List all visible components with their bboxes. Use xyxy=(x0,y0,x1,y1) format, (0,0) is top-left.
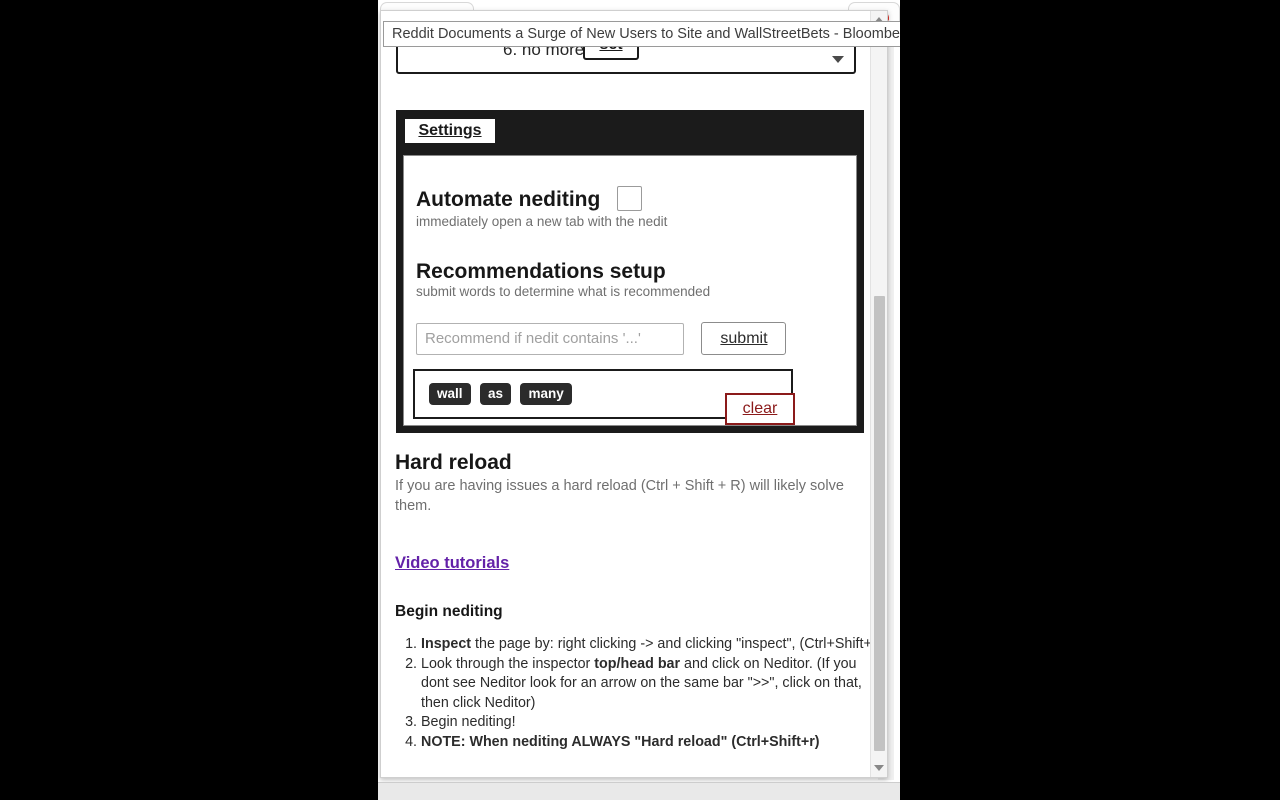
tag-chip[interactable]: many xyxy=(520,383,572,405)
settings-panel: Automate nediting immediately open a new… xyxy=(403,155,857,426)
automate-nediting-checkbox[interactable] xyxy=(616,186,642,211)
recommendation-input-row: submit xyxy=(416,322,866,355)
hard-reload-section: Hard reload If you are having issues a h… xyxy=(395,451,855,516)
triangle-down-icon[interactable] xyxy=(874,765,884,771)
step-lead: top/head bar xyxy=(594,655,681,672)
tab-settings[interactable]: Settings xyxy=(403,117,497,145)
chevron-down-icon[interactable] xyxy=(832,56,844,63)
step-rest: the page by: right clicking -> and click… xyxy=(471,636,872,652)
automate-nediting-row: Automate nediting immediately open a new… xyxy=(416,186,816,229)
settings-card: Settings Automate nediting immediately o… xyxy=(396,110,864,433)
begin-nediting-steps: Inspect the page by: right clicking -> a… xyxy=(395,635,872,752)
browser-window: 6. no more pawall set Settings Automate … xyxy=(378,0,900,800)
tab-title-tooltip: Reddit Documents a Surge of New Users to… xyxy=(383,21,900,47)
recommendation-tags-box: wall as many clear xyxy=(413,369,795,425)
automate-nediting-title: Automate nediting xyxy=(416,188,601,211)
video-tutorials-link[interactable]: Video tutorials xyxy=(395,554,509,573)
hard-reload-text: If you are having issues a hard reload (… xyxy=(395,478,844,514)
recommendation-input[interactable] xyxy=(416,322,684,355)
clear-button[interactable]: clear xyxy=(725,393,795,425)
list-item: NOTE: When nediting ALWAYS "Hard reload"… xyxy=(421,733,872,753)
window-bottom-strip xyxy=(378,782,900,800)
hard-reload-title: Hard reload xyxy=(395,451,512,474)
step-lead: Inspect xyxy=(421,636,472,652)
extension-popup: 6. no more pawall set Settings Automate … xyxy=(380,10,888,778)
tag-chip[interactable]: wall xyxy=(429,383,471,405)
recommendations-setup-row: Recommendations setup submit words to de… xyxy=(416,260,856,299)
recommendations-setup-title: Recommendations setup xyxy=(416,260,666,283)
screen: 6. no more pawall set Settings Automate … xyxy=(0,0,1280,800)
step-lead: NOTE: When nediting ALWAYS "Hard reload"… xyxy=(421,733,820,750)
automate-nediting-subtitle: immediately open a new tab with the nedi… xyxy=(416,214,668,229)
list-item: Inspect the page by: right clicking -> a… xyxy=(421,635,872,655)
popup-scrollbar[interactable] xyxy=(870,11,887,777)
list-item: Look through the inspector top/head bar … xyxy=(421,655,872,714)
recommendations-setup-subtitle: submit words to determine what is recomm… xyxy=(416,284,711,299)
submit-button[interactable]: submit xyxy=(701,322,787,355)
begin-nediting-title: Begin nediting xyxy=(395,603,503,620)
list-item: Begin nediting! xyxy=(421,713,872,733)
tag-chip[interactable]: as xyxy=(479,383,511,405)
step-pre: Look through the inspector xyxy=(421,655,595,672)
popup-content: 6. no more pawall set Settings Automate … xyxy=(381,11,872,777)
step-rest: Begin nediting! xyxy=(421,714,516,730)
scrollbar-thumb[interactable] xyxy=(874,296,885,751)
